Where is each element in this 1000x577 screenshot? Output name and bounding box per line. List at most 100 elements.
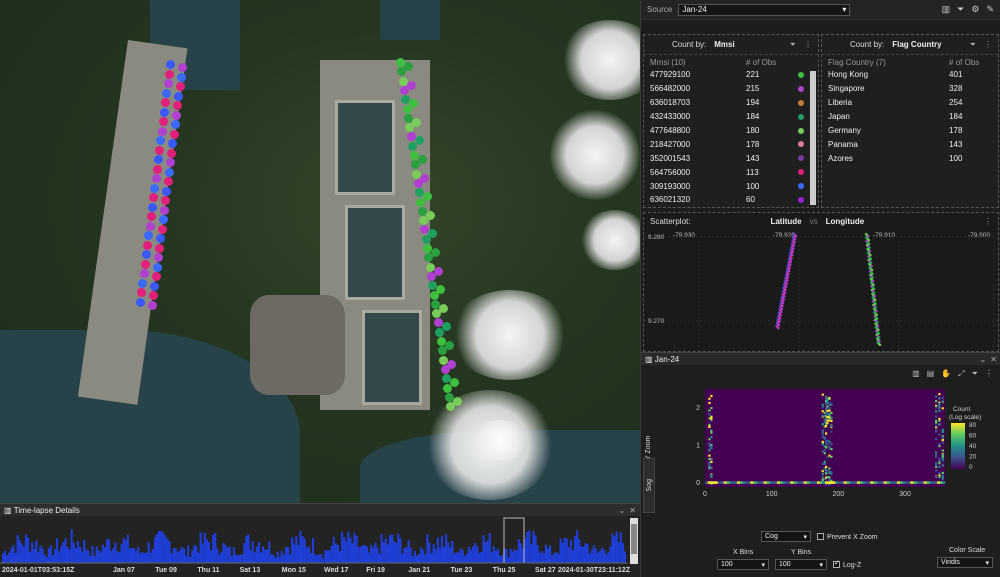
vessel-dot[interactable] [413, 178, 423, 188]
edit-icon[interactable]: ✎ [986, 4, 994, 15]
vessel-dot[interactable] [440, 364, 450, 374]
map-icon[interactable]: ▥ [912, 369, 920, 379]
vessel-dot[interactable] [152, 164, 162, 174]
list-item[interactable]: 566482000 215 [644, 82, 818, 96]
vessel-dot[interactable] [408, 141, 418, 151]
vessel-dot[interactable] [163, 79, 173, 88]
vessel-dot[interactable] [164, 167, 174, 177]
vessel-dot[interactable] [168, 139, 178, 148]
vessel-dot[interactable] [158, 117, 168, 126]
gear-icon[interactable]: ⚙ [971, 4, 979, 15]
prevent-x-zoom-checkbox[interactable] [817, 532, 824, 540]
vessel-dot[interactable] [155, 145, 165, 155]
x-field-select[interactable]: Cog ▾ [761, 531, 811, 542]
expand-icon[interactable]: ⤢ [958, 369, 964, 379]
vessel-dot[interactable] [445, 402, 455, 412]
list-item[interactable]: Azores 100 [822, 151, 998, 165]
vessel-dot[interactable] [169, 129, 179, 139]
log-z-checkbox[interactable] [833, 560, 840, 568]
vessel-dot[interactable] [140, 259, 150, 269]
vessel-dot[interactable] [156, 234, 166, 243]
list-item[interactable]: Panama 143 [822, 137, 998, 151]
y-field-tab[interactable]: Sog [643, 458, 655, 513]
list-item[interactable]: 218427000 178 [644, 137, 818, 151]
vessel-dot[interactable] [172, 110, 181, 120]
close-icon[interactable]: ✕ [990, 355, 997, 364]
close-icon[interactable]: ✕ [629, 506, 636, 515]
list-item[interactable]: Germany 178 [822, 124, 998, 138]
vessel-dot[interactable] [174, 91, 184, 101]
vessel-dot[interactable] [418, 216, 428, 226]
vessel-dot[interactable] [148, 202, 157, 212]
vessel-dot[interactable] [424, 253, 434, 263]
list-item[interactable]: Singapore 328 [822, 82, 998, 96]
vessel-dot[interactable] [161, 196, 171, 205]
vessel-dot[interactable] [154, 253, 163, 262]
vessel-dot[interactable] [150, 281, 160, 291]
collapse-icon[interactable]: ⌄ [980, 355, 987, 364]
x-bins-select[interactable]: 100 ▾ [717, 559, 769, 570]
vessel-dot[interactable] [164, 69, 174, 79]
document-icon[interactable]: ▤ [927, 369, 935, 379]
list-item[interactable]: Japan 184 [822, 110, 998, 124]
list-item[interactable]: Hong Kong 401 [822, 68, 998, 82]
more-icon[interactable]: ⋮ [804, 40, 812, 50]
list-scrollbar[interactable] [810, 71, 816, 205]
vessel-dot[interactable] [175, 82, 185, 91]
vessel-dot[interactable] [158, 215, 168, 224]
scatterplot-chart[interactable]: -79.930 -79.920 -79.910 -79.900 9.280 9.270 [644, 229, 998, 351]
list-item[interactable]: 477648800 180 [644, 124, 818, 138]
vessel-dot[interactable] [151, 272, 161, 281]
vessel-dot[interactable] [136, 297, 145, 307]
vessel-dot[interactable] [170, 120, 180, 129]
vessel-dot[interactable] [149, 291, 159, 300]
list-item[interactable]: Liberia 254 [822, 96, 998, 110]
vessel-dot[interactable] [162, 88, 172, 98]
more-icon[interactable]: ⋮ [985, 369, 993, 379]
log-z-toggle[interactable]: Log-Z [833, 560, 861, 569]
vessel-dot[interactable] [160, 205, 169, 215]
filter-icon[interactable]: ⏷ [790, 40, 796, 50]
vessel-dot[interactable] [160, 107, 169, 117]
vessel-dot[interactable] [176, 72, 186, 82]
vessel-dot[interactable] [157, 224, 167, 234]
vessel-dot[interactable] [402, 104, 412, 114]
list-item[interactable]: 352001543 143 [644, 151, 818, 165]
timelapse-histogram[interactable] [0, 517, 628, 565]
color-scale-select[interactable]: Viridis ▾ [937, 557, 993, 568]
filter-icon[interactable]: ⏷ [970, 40, 976, 50]
vessel-dot[interactable] [148, 300, 157, 310]
vessel-dot[interactable] [143, 240, 153, 250]
vessel-dot[interactable] [421, 234, 431, 244]
list-item[interactable]: 564756000 113 [644, 165, 818, 179]
vessel-dot[interactable] [427, 271, 437, 281]
vessel-dot[interactable] [152, 262, 162, 272]
vessel-dot[interactable] [167, 148, 177, 158]
vessel-dot[interactable] [173, 101, 183, 110]
vessel-dot[interactable] [142, 250, 151, 259]
column-header-key[interactable]: Flag Country (7) [828, 58, 949, 67]
vessel-dot[interactable] [157, 126, 167, 136]
vessel-dot[interactable] [145, 221, 155, 231]
vessel-dot[interactable] [138, 278, 148, 288]
column-header-count[interactable]: # of Obs [746, 58, 790, 67]
list-item[interactable]: 309193000 100 [644, 179, 818, 193]
vessel-dot[interactable] [155, 243, 165, 253]
vessel-dot[interactable] [163, 177, 173, 186]
vessel-dot[interactable] [432, 309, 442, 319]
vessel-dot[interactable] [150, 183, 160, 193]
y-bins-select[interactable]: 100 ▾ [775, 559, 827, 570]
column-header-key[interactable]: Mmsi (10) [650, 58, 746, 67]
vessel-dot[interactable] [166, 158, 175, 167]
map-icon[interactable]: ▥ [942, 4, 951, 15]
filter-icon[interactable]: ⏷ [957, 4, 964, 15]
vessel-dot[interactable] [146, 212, 156, 221]
scatter-y-field[interactable]: Latitude [770, 217, 801, 226]
more-icon[interactable]: ⋮ [984, 40, 992, 50]
list-item[interactable]: 636018703 194 [644, 96, 818, 110]
more-icon[interactable]: ⋮ [984, 217, 992, 226]
prevent-x-zoom-toggle[interactable]: Prevent X Zoom [817, 532, 878, 541]
source-select[interactable]: Jan-24 ▾ [678, 3, 851, 16]
vessel-dot[interactable] [154, 155, 163, 164]
vessel-dot[interactable] [429, 290, 439, 300]
